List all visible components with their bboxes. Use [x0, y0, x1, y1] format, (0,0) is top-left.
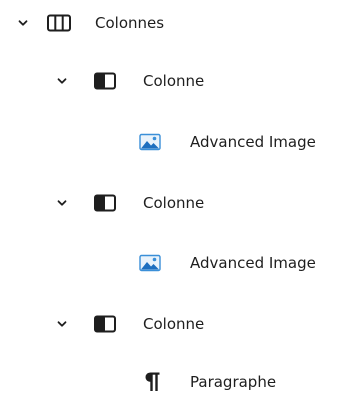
tree-item-colonne-1[interactable]: Colonne: [0, 61, 355, 101]
tree-item-advanced-image-1[interactable]: Advanced Image: [0, 122, 355, 162]
columns-icon: [47, 14, 71, 32]
tree-item-label: Advanced Image: [190, 133, 316, 151]
tree-item-colonne-2[interactable]: Colonne: [0, 183, 355, 223]
tree-item-colonne-3[interactable]: Colonne: [0, 304, 355, 344]
column-icon: [94, 194, 116, 212]
tree-item-label: Advanced Image: [190, 254, 316, 272]
tree-item-paragraphe[interactable]: Paragraphe: [0, 362, 355, 402]
tree-item-label: Colonne: [143, 72, 205, 90]
image-icon: [139, 133, 161, 151]
tree-item-advanced-image-2[interactable]: Advanced Image: [0, 243, 355, 283]
tree-item-label: Colonne: [143, 315, 205, 333]
column-icon: [94, 72, 116, 90]
chevron-down-icon[interactable]: [16, 16, 30, 30]
tree-item-label: Paragraphe: [190, 373, 277, 391]
tree-item-colonnes[interactable]: Colonnes: [0, 3, 355, 43]
tree-item-label: Colonnes: [95, 14, 165, 32]
paragraph-icon: [145, 371, 161, 393]
chevron-down-icon[interactable]: [55, 74, 69, 88]
tree-item-label: Colonne: [143, 194, 205, 212]
image-icon: [139, 254, 161, 272]
chevron-down-icon[interactable]: [55, 196, 69, 210]
list-view-tree: Colonnes Colonne Advanced Image Colonne …: [0, 0, 355, 396]
column-icon: [94, 315, 116, 333]
chevron-down-icon[interactable]: [55, 317, 69, 331]
